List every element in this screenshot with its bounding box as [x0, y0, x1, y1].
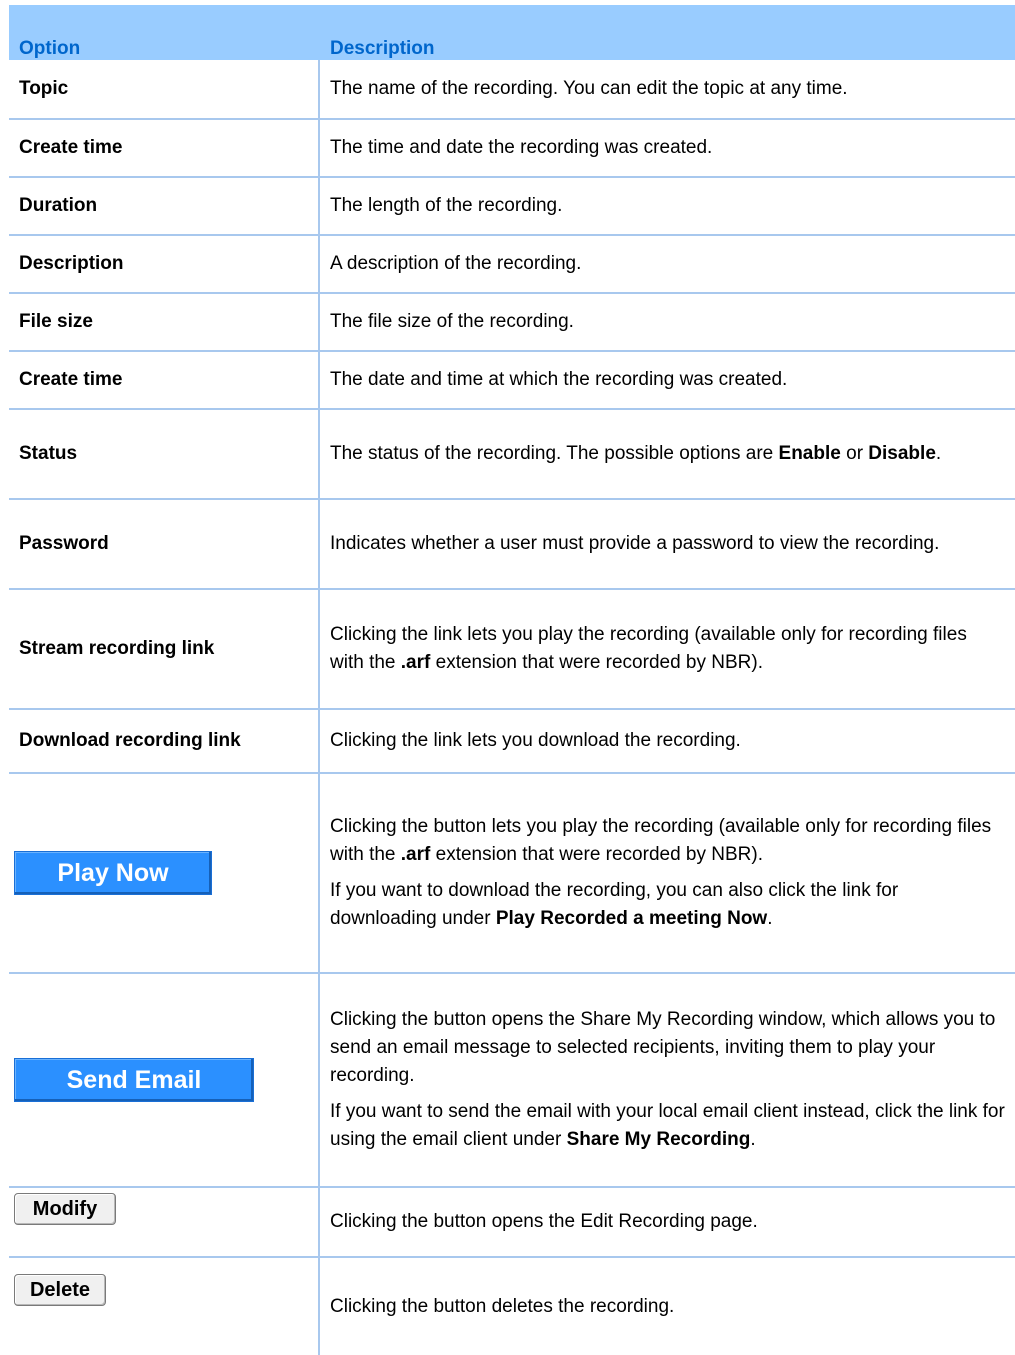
description-stream-recording-link: Clicking the link lets you play the reco…: [330, 590, 1005, 708]
option-topic: Topic: [19, 78, 69, 99]
option-status: Status: [19, 443, 78, 464]
description-text: Clicking the link lets you play the reco…: [330, 624, 967, 673]
description-text: If you want to download the recording, y…: [330, 880, 899, 929]
header-description: Description: [330, 38, 435, 59]
send-email-button[interactable]: Send Email: [14, 1058, 254, 1102]
description-text: The length of the recording.: [330, 195, 563, 216]
option-stream-recording-link: Stream recording link: [19, 638, 215, 659]
option-download-recording-link: Download recording link: [19, 730, 241, 751]
option-duration: Duration: [19, 195, 98, 216]
description-text: The date and time at which the recording…: [330, 369, 788, 390]
description-download-recording-link: Clicking the link lets you download the …: [330, 710, 1005, 772]
description-password: Indicates whether a user must provide a …: [330, 500, 1005, 588]
description-text: Clicking the button deletes the recordin…: [330, 1295, 675, 1317]
description-text: The file size of the recording.: [330, 311, 574, 332]
option-modify: Modify: [14, 1188, 314, 1230]
description-text: Clicking the button lets you play the re…: [330, 816, 992, 865]
option-create-time-2: Create time: [19, 369, 123, 390]
description-text: Indicates whether a user must provide a …: [330, 533, 940, 554]
description-send-email: Clicking the button opens the Share My R…: [330, 974, 1005, 1186]
modify-button[interactable]: Modify: [14, 1193, 116, 1225]
description-text: The status of the recording. The possibl…: [330, 443, 942, 464]
description-status: The status of the recording. The possibl…: [330, 410, 1005, 498]
table-header: Option Description: [9, 5, 1015, 60]
description-create-time: The time and date the recording was crea…: [330, 120, 1005, 176]
description-text: The name of the recording. You can edit …: [330, 78, 848, 99]
option-create-time: Create time: [19, 137, 123, 158]
header-option: Option: [19, 38, 81, 59]
option-password: Password: [19, 533, 109, 554]
description-text: Clicking the link lets you download the …: [330, 730, 741, 751]
description-description: A description of the recording.: [330, 236, 1005, 292]
description-text: If you want to send the email with your …: [330, 1101, 1005, 1150]
option-file-size: File size: [19, 311, 93, 332]
description-text: A description of the recording.: [330, 253, 582, 274]
delete-button[interactable]: Delete: [14, 1274, 106, 1306]
description-text: Clicking the button opens the Share My R…: [330, 1009, 996, 1086]
description-duration: The length of the recording.: [330, 178, 1005, 234]
description-delete: Clicking the button deletes the recordin…: [330, 1258, 1005, 1355]
description-text: Clicking the button opens the Edit Recor…: [330, 1211, 758, 1232]
description-topic: The name of the recording. You can edit …: [330, 60, 1005, 118]
options-table: Option Description Topic The name of the…: [9, 5, 1015, 1355]
description-create-time-2: The date and time at which the recording…: [330, 352, 1005, 408]
play-now-button[interactable]: Play Now: [14, 851, 212, 895]
description-file-size: The file size of the recording.: [330, 294, 1005, 350]
option-description: Description: [19, 253, 124, 274]
option-play-now: Play Now: [14, 774, 314, 972]
description-text: The time and date the recording was crea…: [330, 137, 713, 158]
option-send-email: Send Email: [14, 974, 314, 1186]
description-modify: Clicking the button opens the Edit Recor…: [330, 1188, 1005, 1256]
description-play-now: Clicking the button lets you play the re…: [330, 774, 1005, 972]
option-delete: Delete: [14, 1269, 314, 1311]
